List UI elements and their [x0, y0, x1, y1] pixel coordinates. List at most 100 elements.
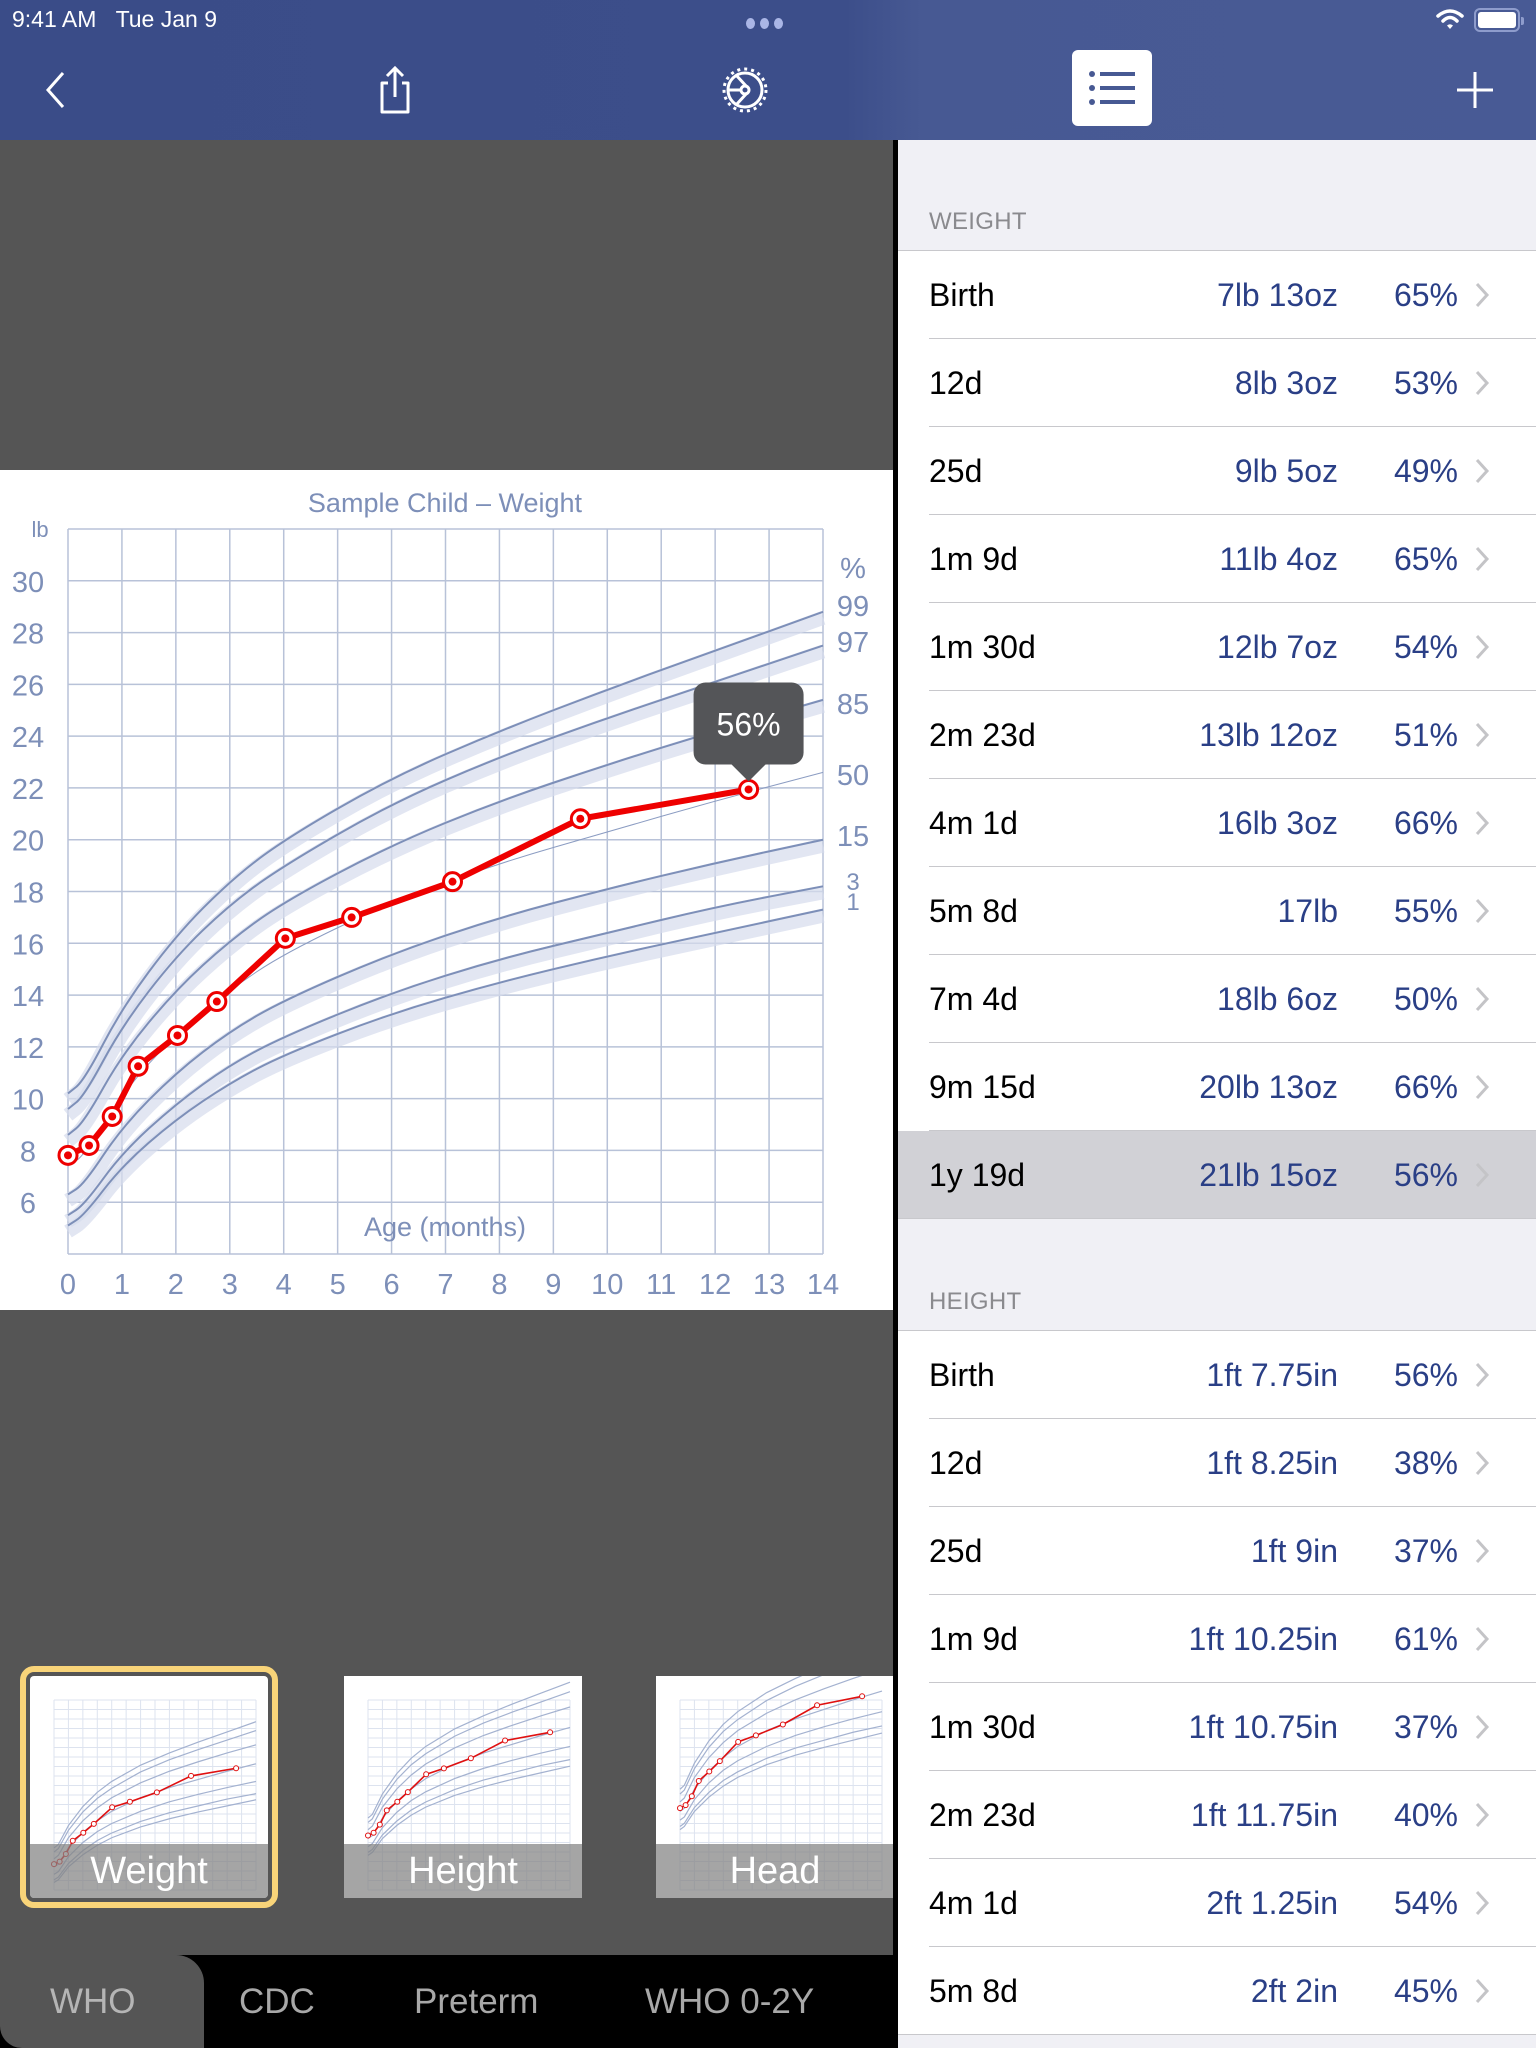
callout-text: 56% — [717, 706, 781, 742]
chevron-right-icon — [1475, 634, 1490, 660]
gear-icon — [722, 67, 768, 113]
list-item[interactable]: 1m 9d 11lb 4oz 65% — [898, 515, 1536, 603]
list-item[interactable]: 1m 30d 12lb 7oz 54% — [898, 603, 1536, 691]
data-point[interactable] — [738, 778, 760, 800]
row-age: 1m 30d — [929, 628, 1036, 665]
x-tick-label: 7 — [437, 1269, 453, 1301]
list-item[interactable]: 1y 19d 21lb 15oz 56% — [898, 1131, 1536, 1219]
list-item[interactable]: 1m 30d 1ft 10.75in 37% — [898, 1683, 1536, 1771]
list-item[interactable]: 5m 8d 17lb 55% — [898, 867, 1536, 955]
data-point[interactable] — [442, 871, 464, 893]
list-item[interactable]: 12d 8lb 3oz 53% — [898, 339, 1536, 427]
chevron-right-icon — [1475, 1626, 1490, 1652]
row-age: 25d — [929, 452, 983, 489]
data-point[interactable] — [166, 1024, 188, 1046]
row-value: 12lb 7oz — [1217, 628, 1338, 665]
row-percentile: 37% — [1393, 1708, 1458, 1745]
y-tick-label: 12 — [12, 1033, 44, 1065]
wifi-icon — [1436, 9, 1464, 29]
list-item[interactable]: Birth 7lb 13oz 65% — [898, 251, 1536, 339]
x-tick-label: 6 — [384, 1269, 400, 1301]
data-point[interactable] — [127, 1055, 149, 1077]
settings-button[interactable] — [710, 50, 780, 130]
list-item[interactable]: 25d 1ft 9in 37% — [898, 1507, 1536, 1595]
list-item[interactable]: 7m 4d 18lb 6oz 50% — [898, 955, 1536, 1043]
list-item[interactable]: 5m 8d 2ft 2in 45% — [898, 1947, 1536, 2035]
y-tick-label: 16 — [12, 929, 44, 961]
list-item[interactable]: 4m 1d 2ft 1.25in 54% — [898, 1859, 1536, 1947]
y-axis-unit: lb — [31, 517, 48, 542]
x-tick-label: 8 — [491, 1269, 507, 1301]
x-tick-label: 2 — [168, 1269, 184, 1301]
list-view-button[interactable] — [1072, 50, 1152, 126]
growth-chart[interactable]: Sample Child – Weight lb Age (months)% 30 28… — [0, 470, 893, 1310]
row-age: 1m 9d — [929, 540, 1018, 577]
data-point[interactable] — [274, 927, 296, 949]
share-icon — [380, 65, 410, 114]
row-age: 1m 9d — [929, 1620, 1018, 1657]
thumbnail-head[interactable]: Head — [656, 1676, 894, 1898]
section-rows: Birth 1ft 7.75in 56% 12d 1ft 8.25in 38% 25d 1ft… — [898, 1331, 1536, 2035]
list-item[interactable]: 4m 1d 16lb 3oz 66% — [898, 779, 1536, 867]
list-item[interactable]: 2m 23d 1ft 11.75in 40% — [898, 1771, 1536, 1859]
y-tick-label: 8 — [20, 1136, 36, 1168]
data-point[interactable] — [78, 1135, 100, 1157]
tab-who[interactable]: WHO — [0, 1955, 204, 2048]
data-point[interactable] — [101, 1106, 123, 1128]
chevron-right-icon — [1475, 1978, 1490, 2004]
x-tick-label: 3 — [222, 1269, 238, 1301]
list-item[interactable]: 9m 15d 20lb 13oz 66% — [898, 1043, 1536, 1131]
y-tick-label: 30 — [12, 567, 44, 599]
row-percentile: 54% — [1393, 1884, 1458, 1921]
thumbnail-height[interactable]: Height — [344, 1676, 582, 1898]
data-point[interactable] — [341, 906, 363, 928]
chevron-right-icon — [1475, 898, 1490, 924]
row-value: 20lb 13oz — [1199, 1068, 1338, 1105]
chevron-right-icon — [1475, 370, 1490, 396]
chevron-right-icon — [1475, 1074, 1490, 1100]
row-value: 11lb 4oz — [1219, 540, 1338, 577]
tab-preterm[interactable]: Preterm — [414, 1955, 538, 2048]
row-percentile: 53% — [1393, 364, 1458, 401]
share-button[interactable] — [360, 50, 430, 130]
row-age: 25d — [929, 1532, 983, 1569]
app-root: 9:41 AM Tue Jan 9 Sample Child – Weight … — [0, 0, 1536, 2048]
y-tick-label: 22 — [12, 774, 44, 806]
list-item[interactable]: 1m 9d 1ft 10.25in 61% — [898, 1595, 1536, 1683]
back-button[interactable] — [20, 50, 90, 130]
tab-cdc[interactable]: CDC — [239, 1955, 315, 2048]
list-item[interactable]: 25d 9lb 5oz 49% — [898, 427, 1536, 515]
row-age: 7m 4d — [929, 980, 1018, 1017]
chart-thumbnails: Weight Height Head — [0, 1666, 894, 1916]
row-percentile: 55% — [1393, 892, 1458, 929]
row-percentile: 37% — [1393, 1532, 1458, 1569]
row-percentile: 56% — [1393, 1156, 1458, 1193]
add-button[interactable] — [1440, 50, 1510, 130]
list-icon — [1089, 71, 1135, 105]
y-tick-label: 24 — [12, 722, 44, 754]
battery-icon — [1474, 8, 1524, 32]
y-tick-label: 6 — [20, 1188, 36, 1220]
measurement-list: WEIGHT Birth 7lb 13oz 65% 12d 8lb 3oz 53% 25d 9l… — [898, 140, 1536, 2048]
list-item[interactable]: Birth 1ft 7.75in 56% — [898, 1331, 1536, 1419]
percentile-label: 15 — [837, 821, 869, 853]
row-value: 9lb 5oz — [1234, 452, 1338, 489]
y-tick-label: 28 — [12, 619, 44, 651]
data-point[interactable] — [569, 808, 591, 830]
x-tick-label: 1 — [114, 1269, 130, 1301]
tab-who-0-2y[interactable]: WHO 0-2Y — [645, 1955, 814, 2048]
row-value: 1ft 11.75in — [1190, 1796, 1338, 1833]
data-point[interactable] — [57, 1144, 79, 1166]
y-tick-label: 20 — [12, 826, 44, 858]
percentile-label: 85 — [837, 689, 869, 721]
growth-chart-svg[interactable]: Sample Child – WeightlbAge (months)%3028… — [0, 470, 893, 1310]
list-item[interactable]: 2m 23d 13lb 12oz 51% — [898, 691, 1536, 779]
thumbnail-series-line — [679, 1695, 863, 1809]
row-value: 17lb — [1277, 892, 1339, 929]
thumbnail-weight[interactable]: Weight — [20, 1666, 278, 1908]
data-point[interactable] — [206, 991, 228, 1013]
chevron-right-icon — [1475, 546, 1490, 572]
multitasking-dots-icon[interactable] — [746, 18, 783, 29]
x-tick-label: 5 — [330, 1269, 346, 1301]
list-item[interactable]: 12d 1ft 8.25in 38% — [898, 1419, 1536, 1507]
